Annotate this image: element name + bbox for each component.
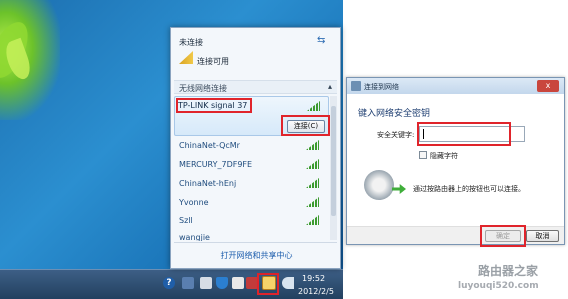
help-icon[interactable]: ? xyxy=(163,277,175,289)
connection-status: 未连接 xyxy=(179,38,203,47)
network-item[interactable]: MERCURY_7DF9FE xyxy=(179,160,252,169)
watermark-title: 路由器之家 xyxy=(478,264,539,278)
network-icon-highlight xyxy=(257,273,279,295)
collapse-icon[interactable]: ▴ xyxy=(328,82,332,91)
cancel-button[interactable]: 取消 xyxy=(526,230,559,242)
arrow-icon xyxy=(392,184,406,194)
clock-date[interactable]: 2012/2/5 xyxy=(298,287,334,296)
signal-strength-icon xyxy=(306,140,319,150)
signal-bars-icon xyxy=(179,51,193,64)
connect-button-highlight xyxy=(281,115,330,136)
wireless-section-header[interactable]: 无线网络连接 ▴ xyxy=(174,80,337,94)
close-button[interactable]: x xyxy=(537,80,559,92)
security-key-label: 安全关键字: xyxy=(377,131,415,139)
tray-icon[interactable] xyxy=(200,277,212,289)
tray-icon[interactable] xyxy=(182,277,194,289)
hide-characters-checkbox[interactable] xyxy=(419,151,427,159)
ok-button-highlight xyxy=(480,225,526,247)
wps-hint: 通过按路由器上的按钮也可以连接。 xyxy=(413,185,525,193)
signal-strength-icon xyxy=(306,197,319,207)
signal-strength-icon xyxy=(306,178,319,188)
dialog-heading: 键入网络安全密钥 xyxy=(358,109,431,119)
network-item[interactable]: ChinaNet-QcMr xyxy=(179,141,240,150)
network-item[interactable]: wangjie xyxy=(179,233,210,241)
network-name-highlight xyxy=(176,98,252,113)
connect-dialog: 连接到网络 x 键入网络安全密钥 安全关键字: 隐藏字符 通过按路由器上的按钮也… xyxy=(346,77,565,247)
router-button-icon xyxy=(364,170,394,200)
shield-icon[interactable] xyxy=(216,277,228,289)
network-item[interactable]: Yvonne xyxy=(179,198,209,207)
refresh-icon[interactable]: ⇆ xyxy=(317,35,325,46)
network-flyout: 未连接 ⇆ 连接可用 无线网络连接 ▴ TP-LINK signal 37 连接… xyxy=(170,27,341,269)
network-item[interactable]: ChinaNet-hEnj xyxy=(179,179,236,188)
signal-strength-icon xyxy=(307,101,320,111)
clock-time[interactable]: 19:52 xyxy=(302,274,325,283)
selected-network-row[interactable]: TP-LINK signal 37 连接(C) xyxy=(174,96,330,136)
open-network-center-link[interactable]: 打开网络和共享中心 xyxy=(171,250,342,261)
section-label: 无线网络连接 xyxy=(179,84,227,93)
network-item[interactable]: Szll xyxy=(179,216,193,225)
security-key-highlight xyxy=(417,122,511,146)
dialog-title: 连接到网络 xyxy=(364,83,399,91)
connections-available: 连接可用 xyxy=(197,57,229,66)
watermark-url: luyouqi520.com xyxy=(458,281,539,291)
volume-icon[interactable] xyxy=(282,277,294,289)
hide-characters-label[interactable]: 隐藏字符 xyxy=(430,151,458,161)
network-icon xyxy=(351,81,361,91)
scrollbar[interactable] xyxy=(330,96,337,240)
scroll-thumb[interactable] xyxy=(331,106,336,216)
signal-strength-icon xyxy=(306,159,319,169)
divider xyxy=(174,242,337,243)
flag-icon[interactable] xyxy=(232,277,244,289)
signal-strength-icon xyxy=(306,215,319,225)
